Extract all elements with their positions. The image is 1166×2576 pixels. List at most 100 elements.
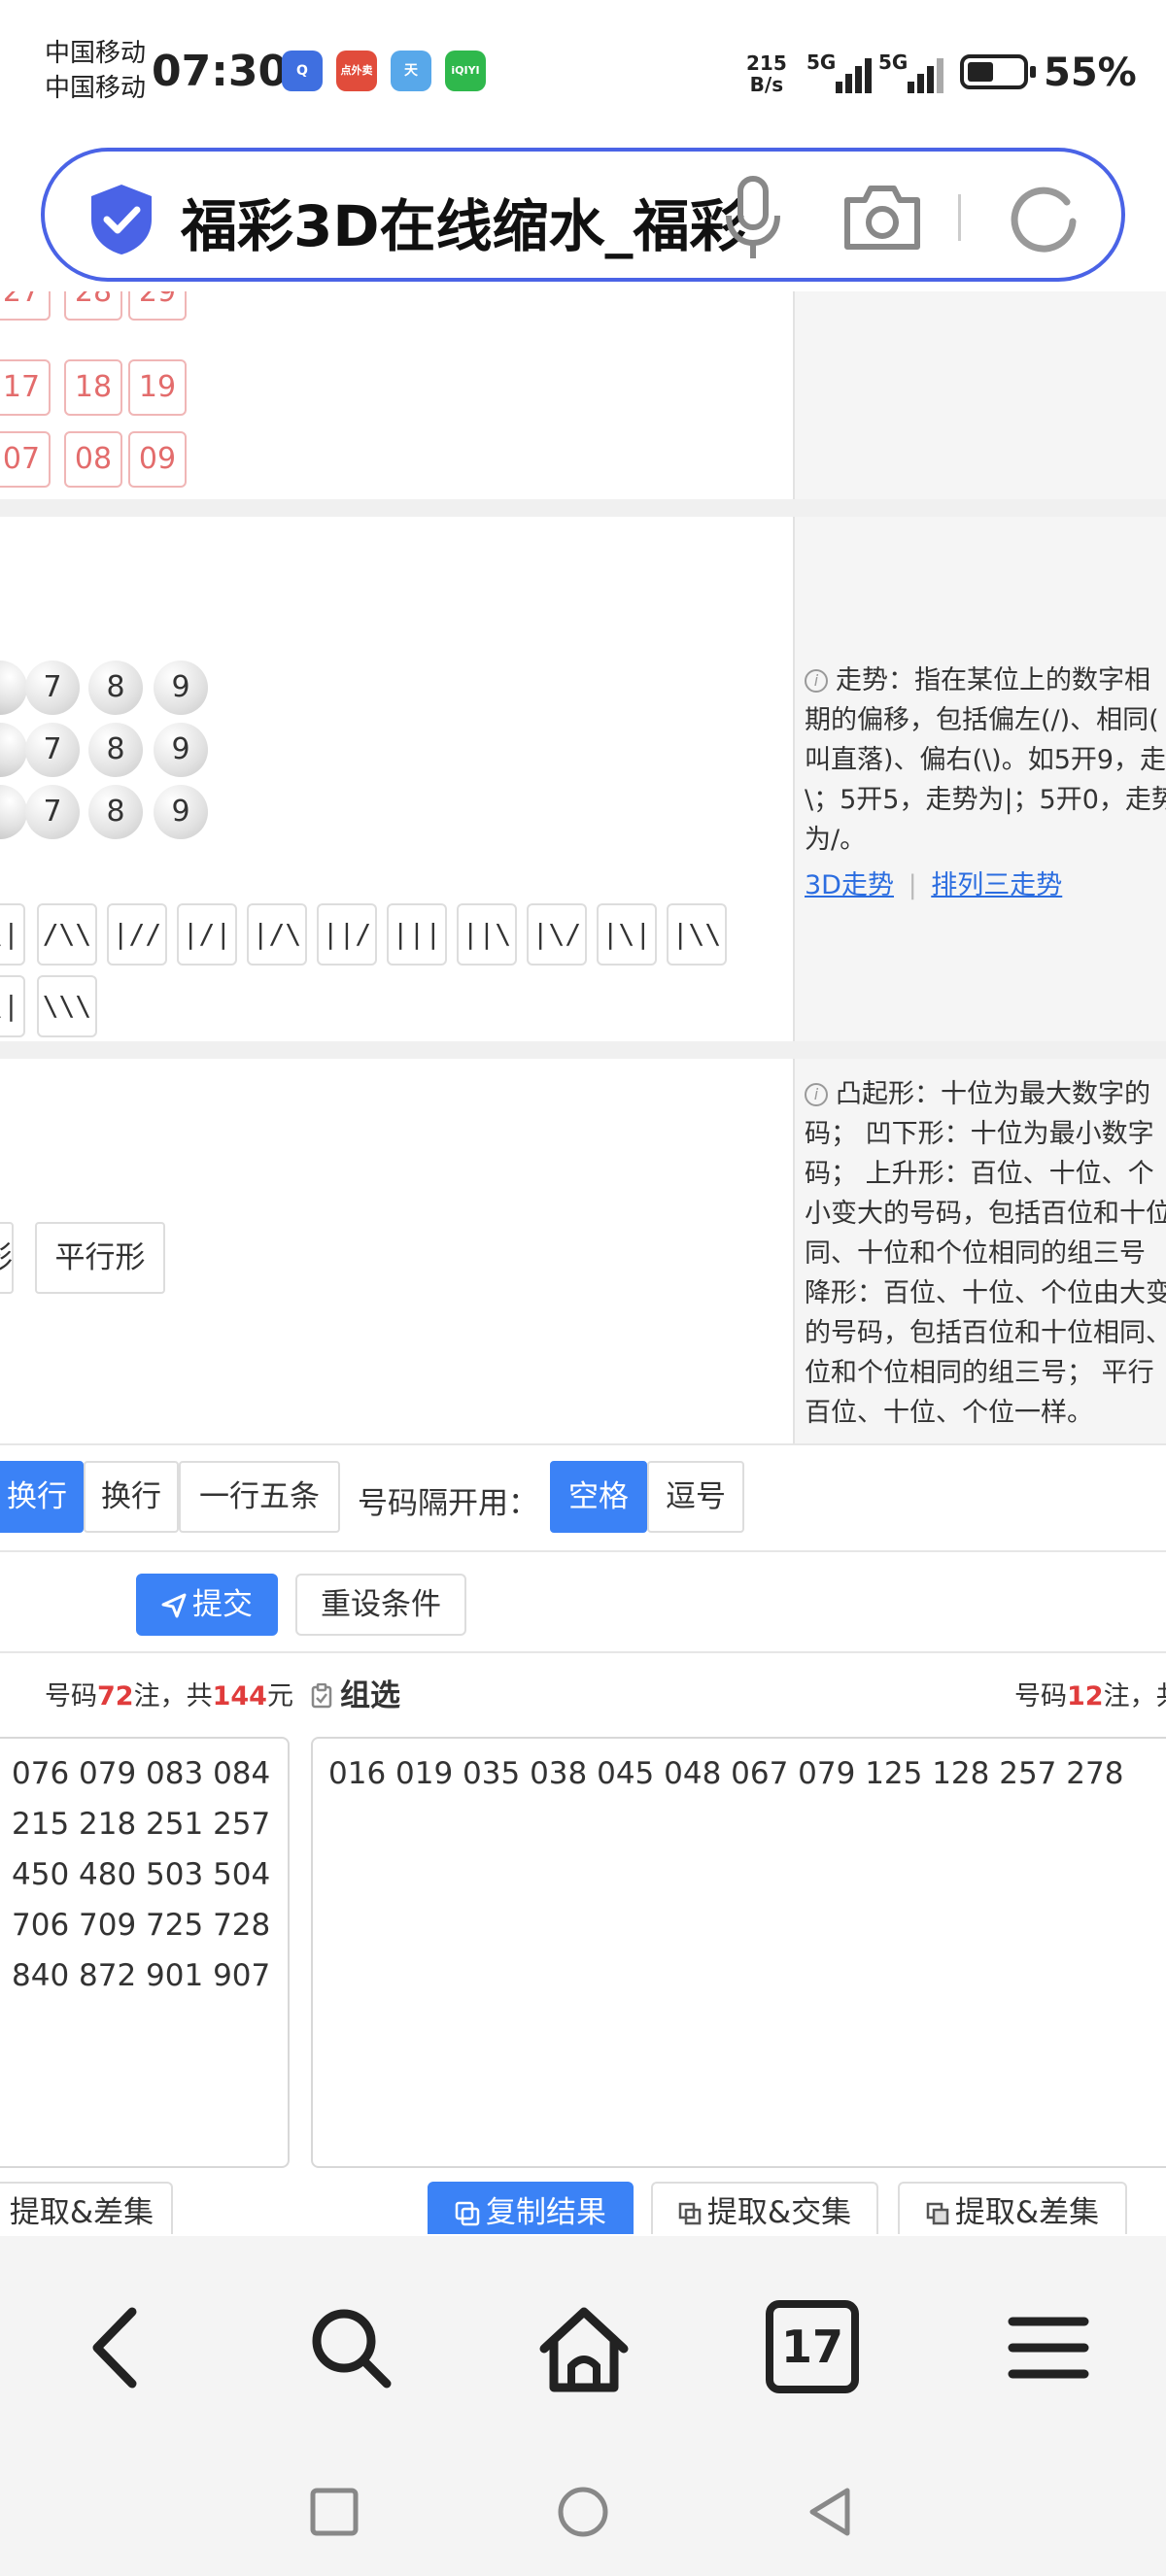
number-28[interactable]: 28 [64,291,122,321]
section-divider [0,499,1166,517]
net-speed: 215 B/s [746,52,787,95]
number-29[interactable]: 29 [128,291,187,321]
ball-7[interactable]: 7 [25,661,80,715]
home-circle-icon[interactable] [556,2485,610,2539]
right-result-textarea[interactable]: 016 019 035 038 045 048 067 079 125 128 … [311,1737,1166,2168]
ball-partial[interactable] [0,723,27,777]
trend-button[interactable]: |/\ [247,903,307,966]
ball-8[interactable]: 8 [88,785,143,839]
home-icon[interactable] [531,2294,637,2401]
extract-diff-button[interactable]: 提取&差集 [898,2182,1127,2234]
trend-button[interactable]: ||\ [457,903,517,966]
trend-button[interactable]: |// [107,903,167,966]
trend-button[interactable]: |\| [597,903,657,966]
signal-2-label: 5G [878,51,909,74]
net-speed-value: 215 [746,51,787,75]
battery-percent: 55% [1044,51,1137,95]
line-break-option-selected[interactable]: 换行 [0,1461,84,1533]
summary-text: 号码 [1014,1681,1067,1712]
back-triangle-icon[interactable] [805,2485,855,2539]
tabs-button[interactable]: 17 [766,2300,859,2393]
space-separator-option[interactable]: 空格 [550,1461,647,1533]
trend-button[interactable]: ||/ [317,903,377,966]
trend-note-line: 期的偏移，包括偏左(/)、相同( [805,705,1159,735]
trend-note-line: \；5开5，走势为|；5开0，走势 [805,785,1166,815]
trend-button[interactable]: |\\ [667,903,727,966]
weather-app-icon: 天 [391,51,431,91]
trend-button[interactable]: \| [0,903,25,966]
line-break-option[interactable]: 换行 [84,1461,179,1533]
ball-8[interactable]: 8 [88,661,143,715]
shape-note-line: 的号码，包括百位和十位相同、 [805,1318,1166,1348]
ball-9[interactable]: 9 [154,661,208,715]
signal-1-icon: 5G [806,51,882,93]
five-per-line-option[interactable]: 一行五条 [179,1461,340,1533]
shape-note-line: 码； 上升形：百位、十位、个 [805,1159,1154,1189]
left-result-summary: 号码72注，共144元 [45,1675,293,1712]
3d-trend-link[interactable]: 3D走势 [805,870,894,900]
trend-note-line: 走势：指在某位上的数字相 [836,665,1150,695]
summary-text: 注，共 [1103,1681,1166,1712]
trend-button[interactable]: |\/ [527,903,587,966]
copy-icon [455,2201,480,2226]
copy-result-button[interactable]: 复制结果 [428,2182,634,2234]
camera-icon[interactable] [841,181,923,253]
clipboard-icon [311,1682,332,1709]
extract-intersect-button[interactable]: 提取&交集 [651,2182,878,2234]
number-09[interactable]: 09 [128,431,187,488]
trend-button[interactable]: ||| [387,903,447,966]
trend-button[interactable]: /\\ [37,903,97,966]
page-title[interactable]: 福彩3D在线缩水_福彩 [181,181,764,262]
left-result-textarea[interactable]: 076 079 083 084 215 218 251 257 450 480 … [0,1737,290,2168]
shape-note-line: 百位、十位、个位一样。 [805,1398,1093,1428]
trend-note-line: 叫直落)、偏右(\)。如5开9，走 [805,745,1166,775]
ball-partial[interactable] [0,661,27,715]
section-divider [0,1041,1166,1059]
video-app-icon: iQIYI [445,51,486,91]
search-icon[interactable] [297,2294,404,2401]
number-17[interactable]: 17 [0,359,51,416]
right-result-summary: 号码12注，共 [1014,1675,1166,1712]
ball-7[interactable]: 7 [25,723,80,777]
ball-7[interactable]: 7 [25,785,80,839]
menu-icon[interactable] [995,2294,1102,2401]
intersect-label: 提取&交集 [706,2195,852,2230]
ball-9[interactable]: 9 [154,723,208,777]
parallel-shape-button[interactable]: 平行形 [35,1222,165,1294]
number-08[interactable]: 08 [64,431,122,488]
browser-bottom-nav: 17 [0,2236,1166,2450]
food-app-icon: 点外卖 [336,51,377,91]
shape-note-line: 码； 凹下形：十位为最小数字 [805,1119,1154,1149]
number-19[interactable]: 19 [128,359,187,416]
section-divider [0,1651,1166,1653]
back-icon[interactable] [62,2294,169,2401]
recents-icon[interactable] [309,2487,360,2537]
left-count: 72 [97,1681,134,1712]
microphone-icon[interactable] [719,175,787,262]
reload-icon[interactable] [1005,179,1082,256]
left-extract-diff-button[interactable]: 提取&差集 [0,2182,173,2234]
trend-note: i 走势：指在某位上的数字相 期的偏移，包括偏左(/)、相同( 叫直落)、偏右(\… [805,661,1166,905]
address-bar[interactable]: 福彩3D在线缩水_福彩 [41,148,1125,282]
trend-button[interactable]: \\\ [37,975,97,1037]
reset-button[interactable]: 重设条件 [295,1574,466,1636]
trend-button[interactable]: \| [0,975,25,1037]
pl3-trend-link[interactable]: 排列三走势 [931,870,1062,900]
shape-note: i 凸起形：十位为最大数字的 码； 凹下形：十位为最小数字 码； 上升形：百位、十… [805,1074,1166,1433]
shape-button[interactable]: 形 [0,1222,14,1294]
comma-separator-option[interactable]: 逗号 [647,1461,744,1533]
signal-2-icon: 5G [878,51,954,93]
carrier-label-1: 中国移动 [45,39,147,68]
info-icon: i [805,1083,828,1106]
number-18[interactable]: 18 [64,359,122,416]
net-speed-unit: B/s [749,73,784,96]
number-27[interactable]: 27 [0,291,51,321]
ball-8[interactable]: 8 [88,723,143,777]
number-07[interactable]: 07 [0,431,51,488]
copy-label: 复制结果 [486,2195,606,2230]
trend-button[interactable]: |/| [177,903,237,966]
ball-9[interactable]: 9 [154,785,208,839]
ball-partial[interactable] [0,785,27,839]
submit-label: 提交 [192,1587,253,1622]
submit-button[interactable]: 提交 [136,1574,278,1636]
